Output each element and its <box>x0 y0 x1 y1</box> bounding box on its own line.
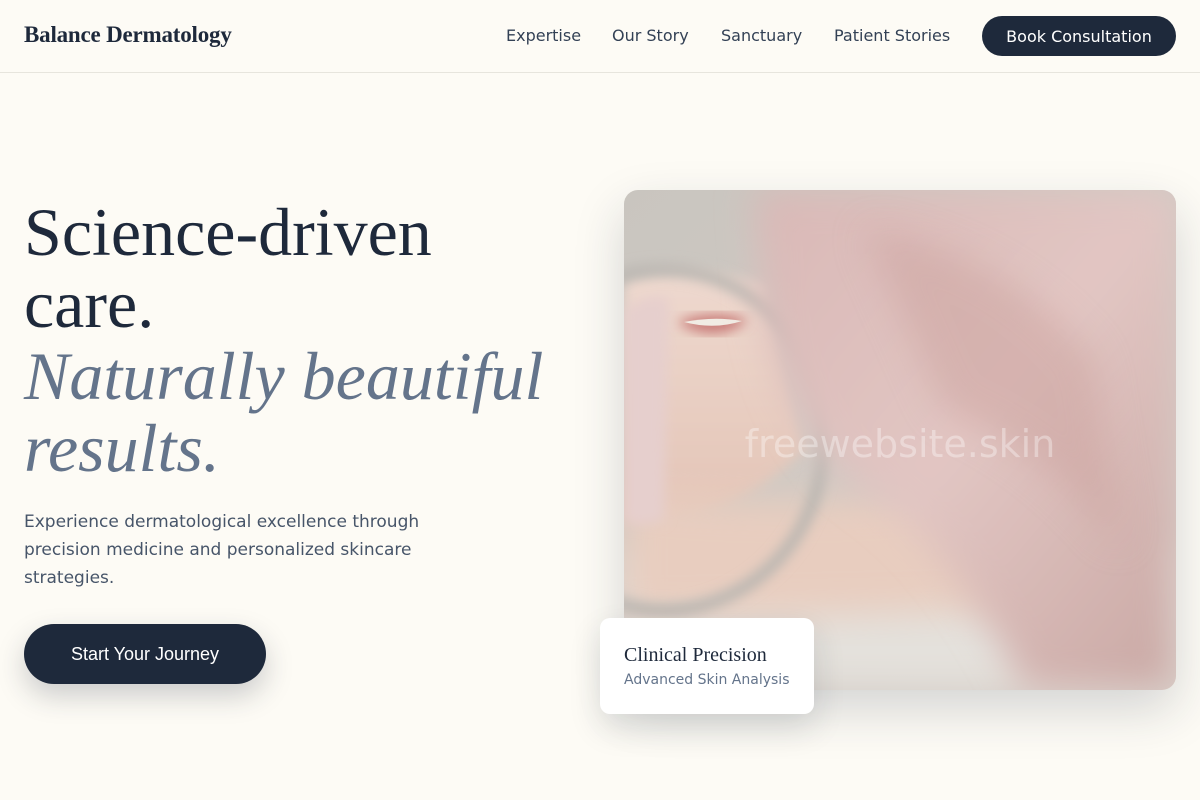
nav-link-our-story[interactable]: Our Story <box>612 26 689 46</box>
feature-card-subtitle: Advanced Skin Analysis <box>624 672 790 688</box>
hero-image: freewebsite.skin <box>624 190 1176 690</box>
start-journey-button[interactable]: Start Your Journey <box>24 624 266 684</box>
hero-title-line: Science-driven <box>24 194 432 270</box>
hero-title-line: care. <box>24 266 155 342</box>
feature-card-title: Clinical Precision <box>624 644 767 666</box>
hero-title: Science-driven care. <box>24 196 594 340</box>
feature-card: Clinical Precision Advanced Skin Analysi… <box>600 618 814 714</box>
watermark: freewebsite.skin <box>744 422 1056 466</box>
book-consultation-button[interactable]: Book Consultation <box>982 16 1176 56</box>
nav-link-sanctuary[interactable]: Sanctuary <box>721 26 802 46</box>
hero-subtitle-line: results. <box>24 410 220 486</box>
hero-subtitle-line: Naturally beautiful <box>24 338 544 414</box>
hero-subtitle: Naturally beautiful results. <box>24 340 594 484</box>
hero-description: Experience dermatological excellence thr… <box>24 512 420 588</box>
nav-link-expertise[interactable]: Expertise <box>506 26 581 46</box>
nav-link-patient-stories[interactable]: Patient Stories <box>834 26 950 46</box>
site-header: Balance Dermatology Expertise Our Story … <box>0 0 1200 73</box>
brand-logo[interactable]: Balance Dermatology <box>24 22 232 48</box>
